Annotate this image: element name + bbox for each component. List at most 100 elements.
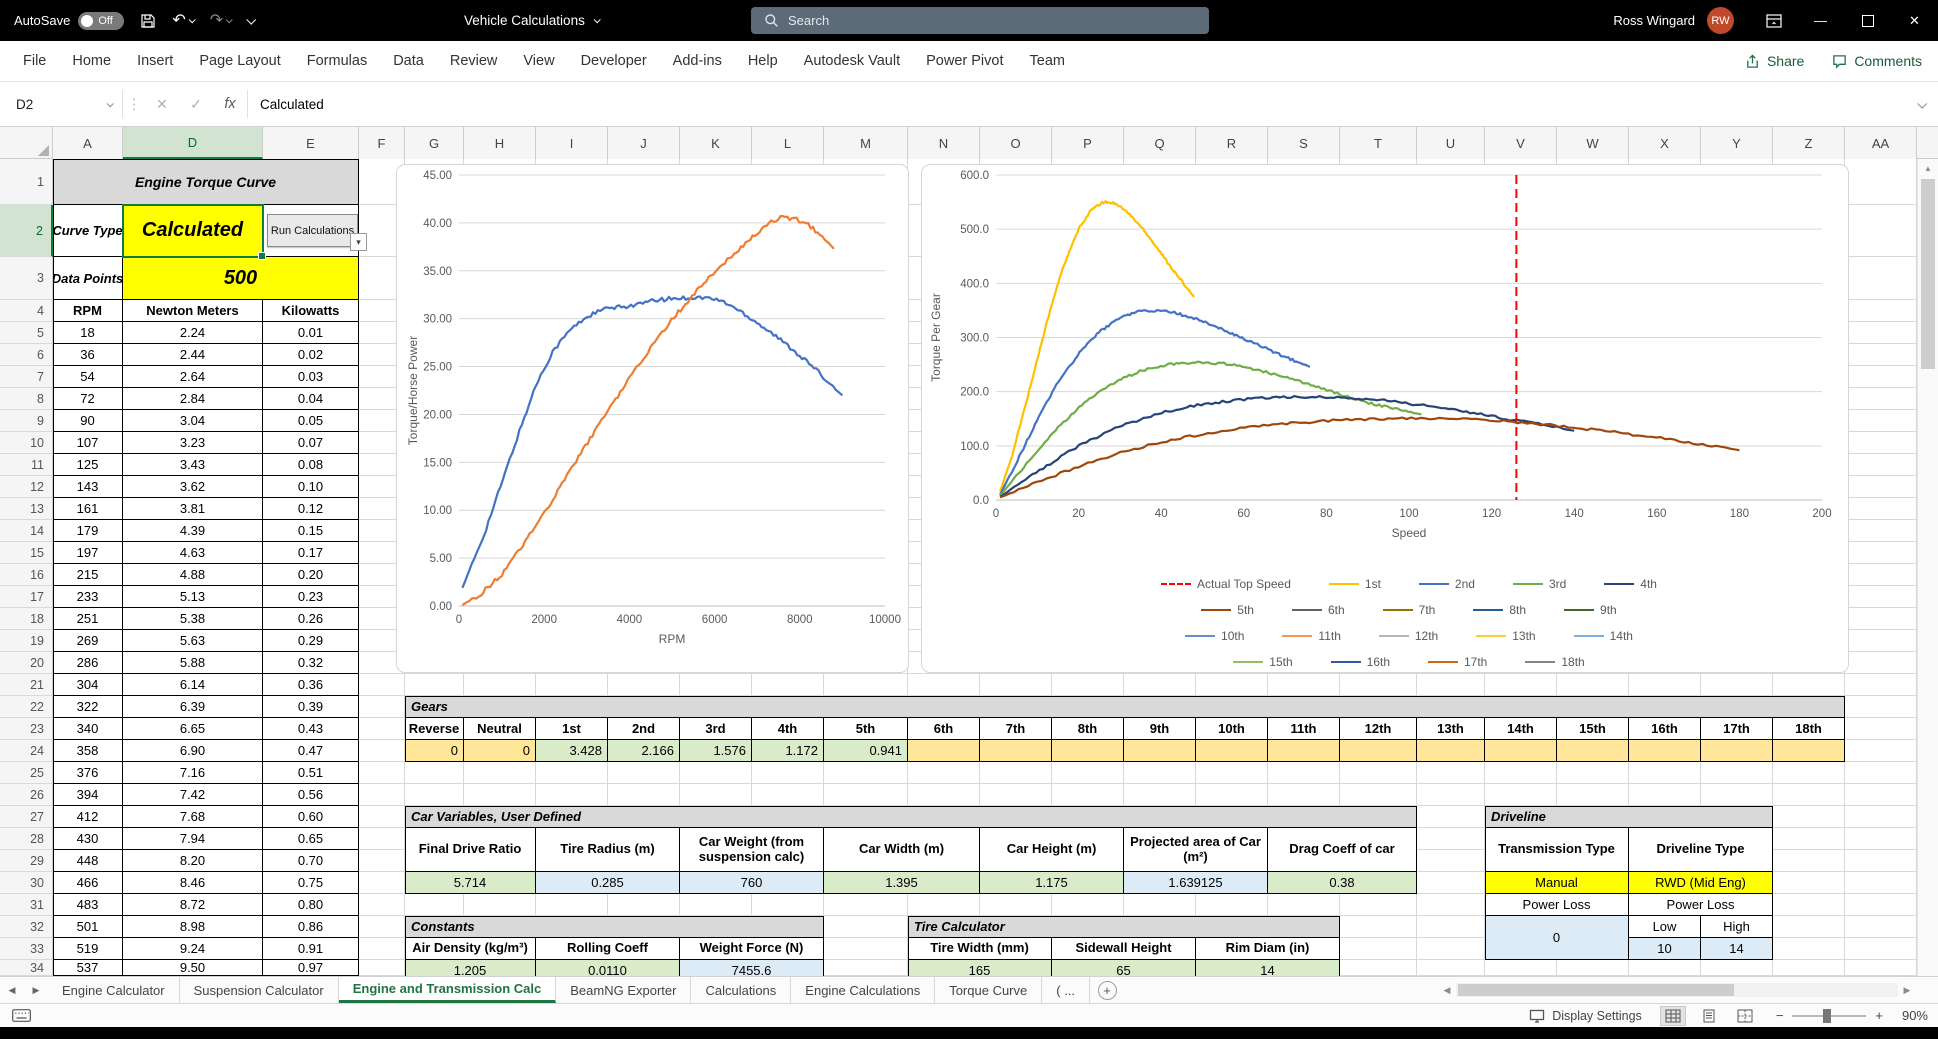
row-header-12[interactable]: 12	[0, 476, 53, 498]
newton-meters-cell[interactable]: 4.63	[123, 542, 263, 564]
gear-header-reverse[interactable]: Reverse	[405, 718, 464, 740]
low-label[interactable]: Low	[1629, 916, 1701, 938]
newton-meters-cell[interactable]: 6.14	[123, 674, 263, 696]
kilowatts-cell[interactable]: 0.23	[263, 586, 359, 608]
gear-header-8th[interactable]: 8th	[1052, 718, 1124, 740]
rpm-cell[interactable]: 448	[53, 850, 123, 872]
sheet-tab-beamng-exporter[interactable]: BeamNG Exporter	[556, 977, 692, 1003]
row-header-21[interactable]: 21	[0, 674, 53, 696]
rpm-cell[interactable]: 394	[53, 784, 123, 806]
row-header-2[interactable]: 2	[0, 205, 53, 257]
column-header-O[interactable]: O	[980, 127, 1052, 159]
driveline-type-header[interactable]: Driveline Type	[1629, 828, 1773, 872]
row-header-25[interactable]: 25	[0, 762, 53, 784]
gear-value-15th[interactable]	[1557, 740, 1629, 762]
low-value[interactable]: 10	[1629, 938, 1701, 960]
row-header-3[interactable]: 3	[0, 257, 53, 300]
gear-header-9th[interactable]: 9th	[1124, 718, 1196, 740]
rpm-cell[interactable]: 376	[53, 762, 123, 784]
row-header-8[interactable]: 8	[0, 388, 53, 410]
gear-header-5th[interactable]: 5th	[824, 718, 908, 740]
horizontal-scrollbar-thumb[interactable]	[1458, 984, 1734, 996]
row-header-15[interactable]: 15	[0, 542, 53, 564]
column-header-U[interactable]: U	[1417, 127, 1485, 159]
row-header-20[interactable]: 20	[0, 652, 53, 674]
high-value[interactable]: 14	[1701, 938, 1773, 960]
row-header-28[interactable]: 28	[0, 828, 53, 850]
gear-value-1st[interactable]: 3.428	[536, 740, 608, 762]
run-calculations-dropdown-icon[interactable]: ▾	[350, 233, 367, 251]
row-header-19[interactable]: 19	[0, 630, 53, 652]
document-title[interactable]: Vehicle Calculations	[464, 0, 601, 41]
row-header-22[interactable]: 22	[0, 696, 53, 718]
newton-meters-cell[interactable]: 8.98	[123, 916, 263, 938]
car-var-value-car-weight-from-suspension-calc[interactable]: 760	[680, 872, 824, 894]
newton-meters-cell[interactable]: 3.43	[123, 454, 263, 476]
torque-power-chart[interactable]: 0.00 5.00 10.00 15.00 20.00 25.00 30.00 35.00 40…	[396, 164, 909, 673]
newton-meters-cell[interactable]: 8.72	[123, 894, 263, 916]
row-header-18[interactable]: 18	[0, 608, 53, 630]
row-header-4[interactable]: 4	[0, 300, 53, 322]
gear-value-18th[interactable]	[1773, 740, 1845, 762]
gear-value-2nd[interactable]: 2.166	[608, 740, 680, 762]
constants-header-weight-force-n[interactable]: Weight Force (N)	[680, 938, 824, 960]
car-var-value-car-width-m[interactable]: 1.395	[824, 872, 980, 894]
row-header-34[interactable]: 34	[0, 960, 53, 976]
transmission-type-header[interactable]: Transmission Type	[1485, 828, 1629, 872]
zoom-level[interactable]: 90%	[1892, 1008, 1928, 1023]
rpm-cell[interactable]: 269	[53, 630, 123, 652]
rpm-cell[interactable]: 125	[53, 454, 123, 476]
tire-header-tire-width-mm[interactable]: Tire Width (mm)	[908, 938, 1052, 960]
column-header-A[interactable]: A	[53, 127, 123, 159]
column-header-M[interactable]: M	[824, 127, 908, 159]
normal-view-button[interactable]	[1659, 1005, 1686, 1026]
column-header-Z[interactable]: Z	[1773, 127, 1845, 159]
rpm-cell[interactable]: 483	[53, 894, 123, 916]
scroll-right-arrow[interactable]: ▶	[1898, 985, 1916, 996]
column-header-Y[interactable]: Y	[1701, 127, 1773, 159]
power-loss-label-left[interactable]: Power Loss	[1485, 894, 1629, 916]
car-var-value-tire-radius-m[interactable]: 0.285	[536, 872, 680, 894]
newton-meters-cell[interactable]: 8.46	[123, 872, 263, 894]
formula-bar-options-icon[interactable]: ⋮	[123, 95, 145, 113]
vertical-scrollbar-thumb[interactable]	[1921, 179, 1935, 369]
driveline-type-value[interactable]: RWD (Mid Eng)	[1629, 872, 1773, 894]
insert-function-icon[interactable]: fx	[213, 96, 247, 112]
kilowatts-cell[interactable]: 0.05	[263, 410, 359, 432]
kilowatts-cell[interactable]: 0.86	[263, 916, 359, 938]
kilowatts-cell[interactable]: 0.39	[263, 696, 359, 718]
column-header-K[interactable]: K	[680, 127, 752, 159]
rpm-cell[interactable]: 251	[53, 608, 123, 630]
constants-header-rolling-coeff[interactable]: Rolling Coeff	[536, 938, 680, 960]
gear-header-6th[interactable]: 6th	[908, 718, 980, 740]
gears-title[interactable]: Gears	[405, 696, 1845, 718]
sheet-nav-right-icon[interactable]: ▶	[24, 977, 48, 1003]
gear-header-7th[interactable]: 7th	[980, 718, 1052, 740]
zoom-slider[interactable]	[1792, 1008, 1867, 1023]
car-var-header-tire-radius-m[interactable]: Tire Radius (m)	[536, 828, 680, 872]
rpm-cell[interactable]: 143	[53, 476, 123, 498]
column-header-AA[interactable]: AA	[1845, 127, 1917, 159]
run-calculations-button[interactable]: Run Calculations	[267, 214, 358, 247]
minimize-button[interactable]: —	[1797, 0, 1844, 41]
sheet-tab-torque-curve[interactable]: Torque Curve	[935, 977, 1043, 1003]
newton-meters-cell[interactable]: 4.88	[123, 564, 263, 586]
row-header-23[interactable]: 23	[0, 718, 53, 740]
autosave-toggle[interactable]: AutoSave Off	[14, 11, 125, 30]
torque-header-rpm[interactable]: RPM	[53, 300, 123, 322]
rpm-cell[interactable]: 322	[53, 696, 123, 718]
row-header-26[interactable]: 26	[0, 784, 53, 806]
rpm-cell[interactable]: 107	[53, 432, 123, 454]
constants-value-air-density-kg-m[interactable]: 1.205	[405, 960, 536, 976]
close-button[interactable]: ✕	[1891, 0, 1938, 41]
scroll-left-arrow[interactable]: ◀	[1438, 985, 1456, 996]
column-header-D[interactable]: D	[123, 127, 263, 159]
newton-meters-cell[interactable]: 2.24	[123, 322, 263, 344]
sheet-tab-engine-calculations[interactable]: Engine Calculations	[791, 977, 936, 1003]
kilowatts-cell[interactable]: 0.47	[263, 740, 359, 762]
rpm-cell[interactable]: 36	[53, 344, 123, 366]
newton-meters-cell[interactable]: 3.81	[123, 498, 263, 520]
gear-header-1st[interactable]: 1st	[536, 718, 608, 740]
gear-value-5th[interactable]: 0.941	[824, 740, 908, 762]
ribbon-tab-developer[interactable]: Developer	[568, 41, 660, 81]
